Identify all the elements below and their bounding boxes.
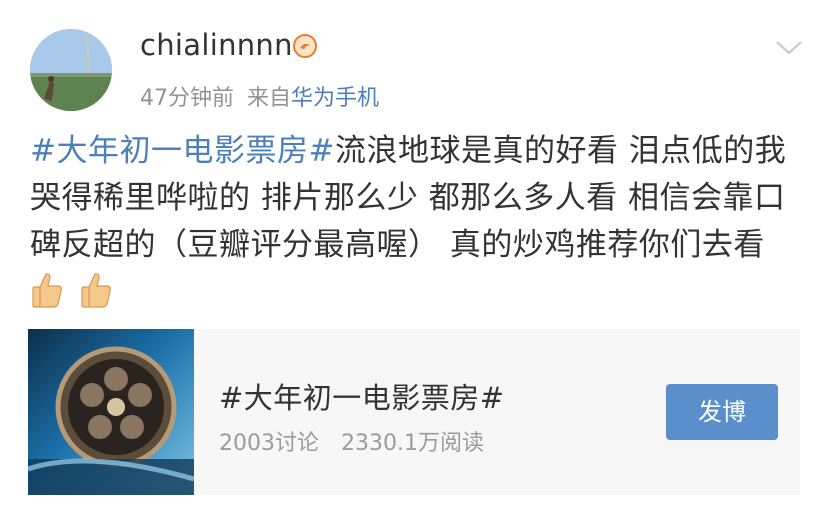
film-reel-image (28, 329, 194, 495)
emoji-row (30, 271, 123, 313)
card-title: #大年初一电影票房# (219, 381, 505, 415)
post-button[interactable]: 发博 (666, 384, 778, 440)
post-text: #大年初一电影票房#流浪地球是真的好看 泪点低的我哭得稀里哗啦的 排片那么少 都… (30, 128, 800, 269)
post-time: 47分钟前 (140, 86, 234, 111)
sunny-badge-icon (292, 33, 318, 59)
read-count: 2330.1万阅读 (341, 431, 484, 456)
username[interactable]: chialinnnn (140, 28, 293, 62)
source-prefix: 来自 (247, 86, 292, 111)
chevron-down-icon[interactable] (774, 38, 804, 58)
topic-card[interactable]: #大年初一电影票房# 2003讨论 2330.1万阅读 发博 (28, 329, 800, 495)
thumbs-up-icon (79, 271, 113, 309)
topic-link[interactable]: #大年初一电影票房# (30, 133, 335, 169)
avatar[interactable] (30, 29, 112, 111)
discussion-count: 2003讨论 (219, 431, 319, 456)
avatar-image (30, 29, 112, 111)
post-source[interactable]: 华为手机 (291, 86, 379, 111)
card-stats: 2003讨论 2330.1万阅读 (219, 425, 506, 457)
thumbs-up-icon (30, 271, 64, 309)
post-meta: 47分钟前 来自华为手机 (140, 80, 385, 112)
